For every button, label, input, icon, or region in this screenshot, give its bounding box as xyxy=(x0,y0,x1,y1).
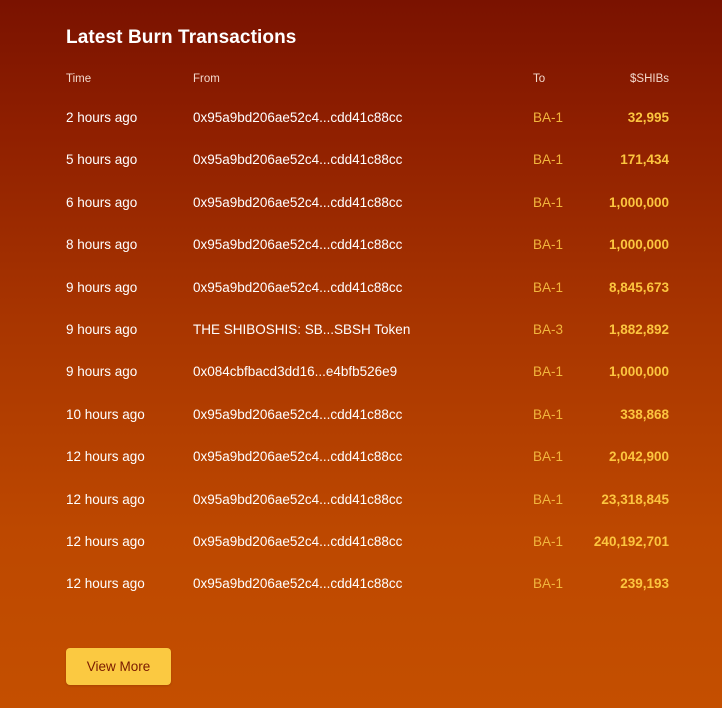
row-time: 8 hours ago xyxy=(66,237,138,253)
row-amount: 1,000,000 xyxy=(608,364,669,380)
row-from-address[interactable]: 0x95a9bd206ae52c4...cdd41c88cc xyxy=(193,533,402,551)
row-amount: 240,192,701 xyxy=(593,533,669,549)
row-from-address[interactable]: 0x95a9bd206ae52c4...cdd41c88cc xyxy=(193,491,402,509)
table-row: 9 hours ago 0x95a9bd206ae52c4...cdd41c88… xyxy=(66,279,669,321)
row-amount: 2,042,900 xyxy=(608,449,669,465)
row-to-label[interactable]: BA-1 xyxy=(533,109,563,127)
panel-title: Latest Burn Transactions xyxy=(66,27,297,48)
row-amount: 1,882,892 xyxy=(608,321,669,337)
row-to-label[interactable]: BA-1 xyxy=(533,533,563,551)
table-row: 12 hours ago 0x95a9bd206ae52c4...cdd41c8… xyxy=(66,448,669,490)
row-amount: 8,845,673 xyxy=(608,279,669,295)
row-from-address[interactable]: 0x95a9bd206ae52c4...cdd41c88cc xyxy=(193,279,402,297)
row-to-label[interactable]: BA-1 xyxy=(533,406,563,424)
row-to-label[interactable]: BA-1 xyxy=(533,279,563,297)
row-time: 12 hours ago xyxy=(66,576,145,592)
row-time: 9 hours ago xyxy=(66,364,138,380)
row-time: 5 hours ago xyxy=(66,152,138,168)
table-row: 9 hours ago 0x084cbfbacd3dd16...e4bfb526… xyxy=(66,363,669,405)
row-from-address[interactable]: 0x95a9bd206ae52c4...cdd41c88cc xyxy=(193,448,402,466)
header-from: From xyxy=(193,73,220,85)
row-amount: 1,000,000 xyxy=(608,237,669,253)
row-to-label[interactable]: BA-1 xyxy=(533,151,563,169)
table-row: 9 hours ago THE SHIBOSHIS: SB...SBSH Tok… xyxy=(66,321,669,363)
row-time: 12 hours ago xyxy=(66,491,145,507)
table-row: 10 hours ago 0x95a9bd206ae52c4...cdd41c8… xyxy=(66,406,669,448)
row-to-label[interactable]: BA-1 xyxy=(533,236,563,254)
view-more-button[interactable]: View More xyxy=(66,648,171,685)
row-to-label[interactable]: BA-3 xyxy=(533,321,563,339)
row-time: 6 hours ago xyxy=(66,194,138,210)
row-time: 2 hours ago xyxy=(66,110,138,125)
row-from-address[interactable]: 0x95a9bd206ae52c4...cdd41c88cc xyxy=(193,575,402,593)
header-time: Time xyxy=(66,73,92,85)
row-from-address[interactable]: 0x95a9bd206ae52c4...cdd41c88cc xyxy=(193,194,402,212)
row-time: 9 hours ago xyxy=(66,321,138,337)
row-from-address[interactable]: 0x95a9bd206ae52c4...cdd41c88cc xyxy=(193,236,402,254)
row-from-address[interactable]: THE SHIBOSHIS: SB...SBSH Token xyxy=(193,321,410,339)
row-amount: 239,193 xyxy=(620,576,669,592)
row-to-label[interactable]: BA-1 xyxy=(533,194,563,212)
row-amount: 338,868 xyxy=(620,406,669,422)
row-from-address[interactable]: 0x95a9bd206ae52c4...cdd41c88cc xyxy=(193,109,402,127)
table-row: 12 hours ago 0x95a9bd206ae52c4...cdd41c8… xyxy=(66,533,669,575)
transactions-list: 2 hours ago 0x95a9bd206ae52c4...cdd41c88… xyxy=(66,109,669,618)
row-to-label[interactable]: BA-1 xyxy=(533,575,563,593)
row-time: 9 hours ago xyxy=(66,279,138,295)
table-row: 2 hours ago 0x95a9bd206ae52c4...cdd41c88… xyxy=(66,109,669,151)
row-amount: 32,995 xyxy=(627,110,669,125)
row-amount: 23,318,845 xyxy=(601,491,669,507)
table-row: 12 hours ago 0x95a9bd206ae52c4...cdd41c8… xyxy=(66,575,669,617)
row-time: 12 hours ago xyxy=(66,533,145,549)
row-to-label[interactable]: BA-1 xyxy=(533,491,563,509)
row-amount: 1,000,000 xyxy=(608,194,669,210)
row-from-address[interactable]: 0x95a9bd206ae52c4...cdd41c88cc xyxy=(193,406,402,424)
header-to: To xyxy=(533,73,546,85)
row-from-address[interactable]: 0x95a9bd206ae52c4...cdd41c88cc xyxy=(193,151,402,169)
table-row: 12 hours ago 0x95a9bd206ae52c4...cdd41c8… xyxy=(66,491,669,533)
table-row: 6 hours ago 0x95a9bd206ae52c4...cdd41c88… xyxy=(66,194,669,236)
table-row: 5 hours ago 0x95a9bd206ae52c4...cdd41c88… xyxy=(66,151,669,193)
table-header: Time From To $SHIBs xyxy=(66,73,669,89)
header-amount: $SHIBs xyxy=(630,73,669,85)
row-from-address[interactable]: 0x084cbfbacd3dd16...e4bfb526e9 xyxy=(193,363,397,381)
row-to-label[interactable]: BA-1 xyxy=(533,363,563,381)
row-amount: 171,434 xyxy=(620,152,669,168)
table-row: 8 hours ago 0x95a9bd206ae52c4...cdd41c88… xyxy=(66,236,669,278)
row-time: 10 hours ago xyxy=(66,406,145,422)
row-time: 12 hours ago xyxy=(66,449,145,465)
row-to-label[interactable]: BA-1 xyxy=(533,448,563,466)
